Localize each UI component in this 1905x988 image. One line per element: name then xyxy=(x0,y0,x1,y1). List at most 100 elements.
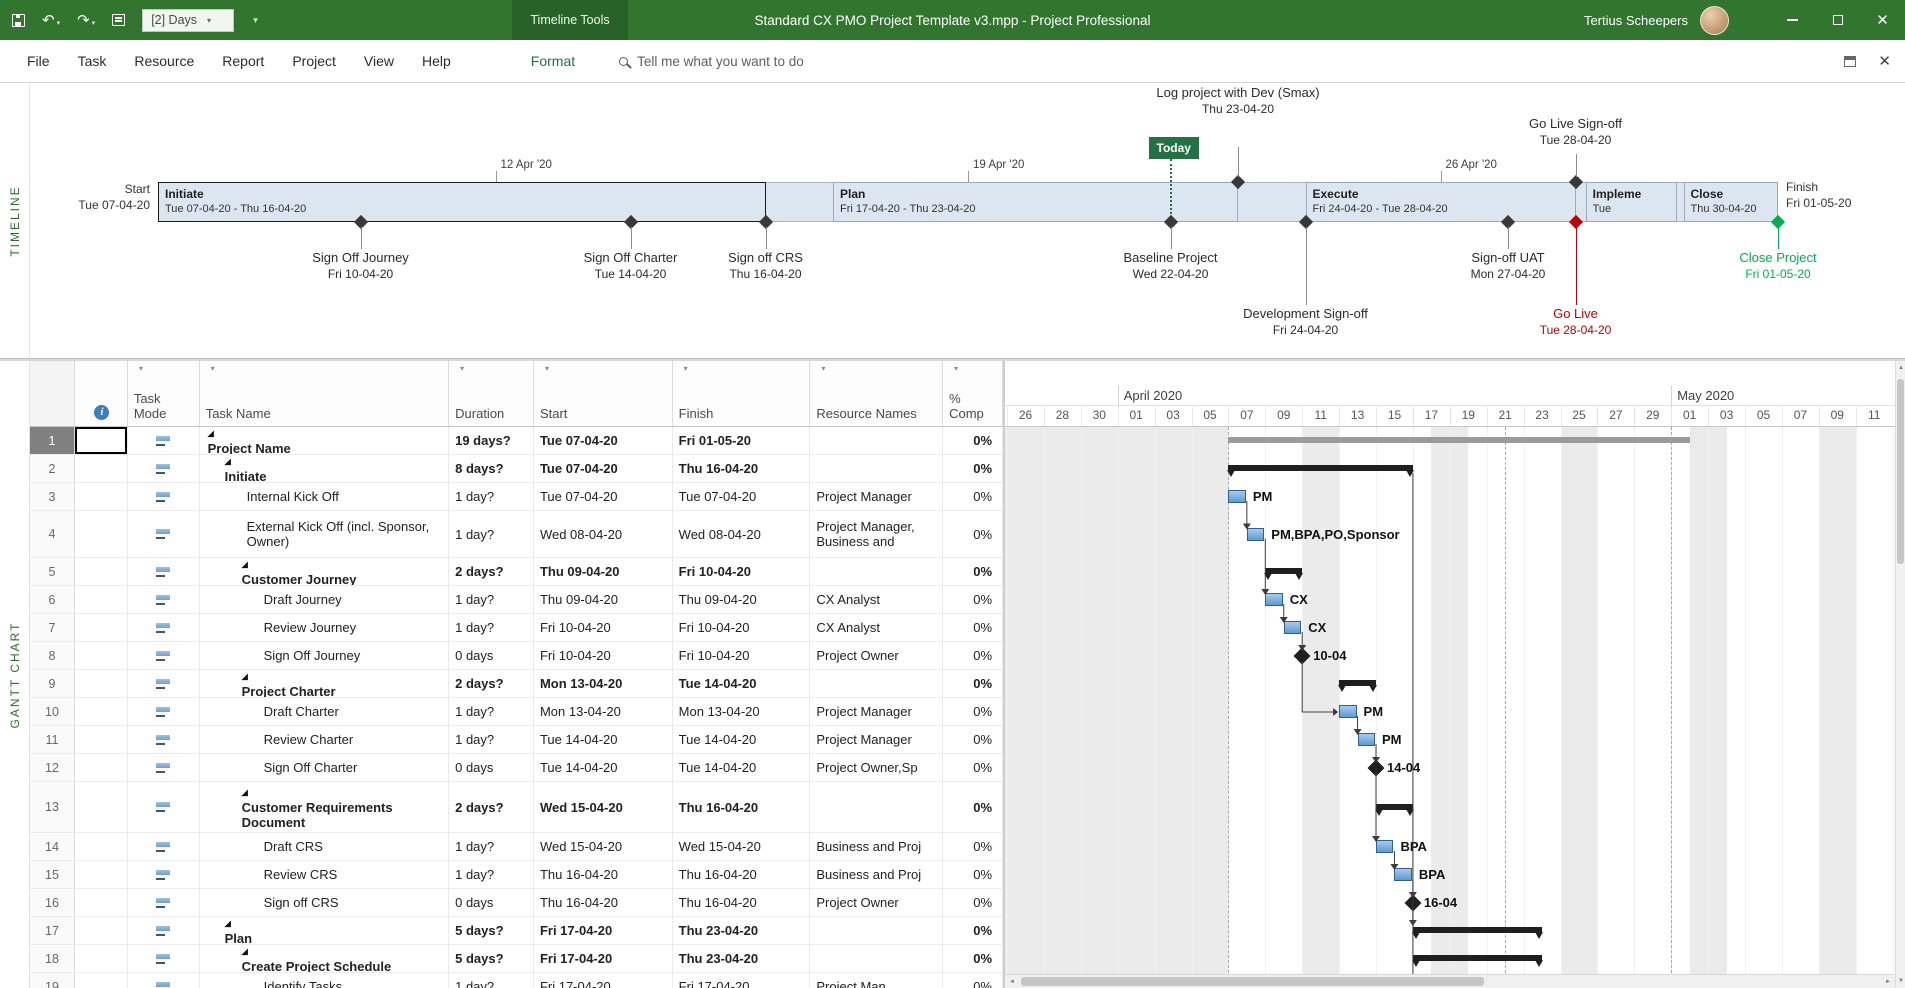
column-header-pct-complete[interactable]: % Comp▾ xyxy=(943,361,1003,426)
expand-triangle-icon[interactable]: ◢ xyxy=(242,785,444,800)
resource-cell[interactable]: Project Man xyxy=(810,973,943,988)
start-cell[interactable]: Tue 14-04-20 xyxy=(534,726,673,753)
row-number-cell[interactable]: 8 xyxy=(30,642,75,669)
finish-cell[interactable]: Tue 14-04-20 xyxy=(673,726,811,753)
pct-complete-cell[interactable]: 0% xyxy=(943,945,1003,972)
start-cell[interactable]: Tue 07-04-20 xyxy=(534,455,673,482)
report-view-icon[interactable] xyxy=(112,14,125,26)
task-name-cell[interactable]: Draft Journey xyxy=(200,586,449,613)
resource-cell[interactable]: Project Manager xyxy=(810,726,943,753)
task-mode-cell[interactable] xyxy=(128,586,200,613)
task-mode-cell[interactable] xyxy=(128,483,200,510)
task-mode-cell[interactable] xyxy=(128,698,200,725)
finish-cell[interactable]: Fri 17-04-20 xyxy=(673,973,811,988)
resource-cell[interactable] xyxy=(810,670,943,697)
row-info-cell[interactable] xyxy=(75,511,128,557)
resource-cell[interactable]: Business and Proj xyxy=(810,833,943,860)
save-icon[interactable] xyxy=(12,14,25,27)
row-info-cell[interactable] xyxy=(75,670,128,697)
start-cell[interactable]: Tue 07-04-20 xyxy=(534,427,673,454)
gantt-bar-task[interactable] xyxy=(1284,621,1301,634)
table-row[interactable]: 8Sign Off Journey0 daysFri 10-04-20Fri 1… xyxy=(30,642,1003,670)
resource-cell[interactable] xyxy=(810,782,943,832)
task-mode-cell[interactable] xyxy=(128,558,200,585)
filter-arrow-icon[interactable]: ▾ xyxy=(206,361,220,375)
task-mode-cell[interactable] xyxy=(128,782,200,832)
row-info-cell[interactable] xyxy=(75,642,128,669)
pct-complete-cell[interactable]: 0% xyxy=(943,642,1003,669)
row-info-cell[interactable] xyxy=(75,833,128,860)
column-header-task-name[interactable]: Task Name▾ xyxy=(200,361,449,426)
duration-cell[interactable]: 1 day? xyxy=(449,861,534,888)
row-number-cell[interactable]: 18 xyxy=(30,945,75,972)
start-cell[interactable]: Thu 16-04-20 xyxy=(534,889,673,916)
duration-cell[interactable]: 0 days xyxy=(449,642,534,669)
filter-arrow-icon[interactable]: ▾ xyxy=(816,361,830,375)
resource-cell[interactable]: Business and Proj xyxy=(810,861,943,888)
table-row[interactable]: 1◢Project Name19 days?Tue 07-04-20Fri 01… xyxy=(30,427,1003,455)
task-name-cell[interactable]: Review Charter xyxy=(200,726,449,753)
expand-triangle-icon[interactable]: ◢ xyxy=(242,670,444,684)
start-cell[interactable]: Tue 07-04-20 xyxy=(534,483,673,510)
finish-cell[interactable]: Fri 10-04-20 xyxy=(673,642,811,669)
finish-cell[interactable]: Tue 14-04-20 xyxy=(673,754,811,781)
row-number-cell[interactable]: 1 xyxy=(30,427,75,454)
info-column-header[interactable]: i xyxy=(75,361,128,426)
gantt-bar-task[interactable] xyxy=(1228,490,1245,503)
task-mode-cell[interactable] xyxy=(128,973,200,988)
row-info-cell[interactable] xyxy=(75,614,128,641)
undo-button[interactable]: ↶▾ xyxy=(42,13,60,28)
finish-cell[interactable]: Wed 15-04-20 xyxy=(673,833,811,860)
duration-cell[interactable]: 8 days? xyxy=(449,455,534,482)
finish-cell[interactable]: Mon 13-04-20 xyxy=(673,698,811,725)
pct-complete-cell[interactable]: 0% xyxy=(943,427,1003,454)
pct-complete-cell[interactable]: 0% xyxy=(943,889,1003,916)
start-cell[interactable]: Fri 17-04-20 xyxy=(534,917,673,944)
task-name-cell[interactable]: Draft Charter xyxy=(200,698,449,725)
maximize-button[interactable] xyxy=(1815,0,1860,40)
filter-arrow-icon[interactable]: ▾ xyxy=(134,361,148,375)
timeline-milestone-label[interactable]: Baseline ProjectWed 22-04-20 xyxy=(1086,250,1256,282)
gantt-bar-summary[interactable] xyxy=(1413,927,1542,933)
table-row[interactable]: 11Review Charter1 day?Tue 14-04-20Tue 14… xyxy=(30,726,1003,754)
resource-cell[interactable] xyxy=(810,558,943,585)
table-row[interactable]: 16Sign off CRS0 daysThu 16-04-20Thu 16-0… xyxy=(30,889,1003,917)
task-mode-cell[interactable] xyxy=(128,754,200,781)
finish-cell[interactable]: Thu 16-04-20 xyxy=(673,861,811,888)
table-row[interactable]: 4External Kick Off (incl. Sponsor, Owner… xyxy=(30,511,1003,558)
gantt-bar-project[interactable] xyxy=(1228,437,1689,443)
pct-complete-cell[interactable]: 0% xyxy=(943,754,1003,781)
timeline-milestone-label[interactable]: Development Sign-offFri 24-04-20 xyxy=(1221,306,1391,338)
tab-help[interactable]: Help xyxy=(408,40,465,83)
pct-complete-cell[interactable]: 0% xyxy=(943,558,1003,585)
duration-cell[interactable]: 1 day? xyxy=(449,698,534,725)
horizontal-scrollbar[interactable]: ◄ ► xyxy=(1005,974,1895,988)
column-header-start[interactable]: Start▾ xyxy=(534,361,673,426)
row-info-cell[interactable] xyxy=(75,861,128,888)
gantt-bar-summary[interactable] xyxy=(1228,465,1413,471)
task-mode-cell[interactable] xyxy=(128,427,200,454)
pct-complete-cell[interactable]: 0% xyxy=(943,670,1003,697)
duration-cell[interactable]: 5 days? xyxy=(449,945,534,972)
gantt-bar-summary[interactable] xyxy=(1339,680,1376,686)
table-row[interactable]: 9◢Project Charter2 days?Mon 13-04-20Tue … xyxy=(30,670,1003,698)
pct-complete-cell[interactable]: 0% xyxy=(943,861,1003,888)
gantt-milestone-diamond[interactable] xyxy=(1294,648,1311,665)
table-row[interactable]: 12Sign Off Charter0 daysTue 14-04-20Tue … xyxy=(30,754,1003,782)
timeline-milestone-label[interactable]: Sign Off JourneyFri 10-04-20 xyxy=(276,250,446,282)
task-mode-cell[interactable] xyxy=(128,945,200,972)
tab-task[interactable]: Task xyxy=(64,40,121,83)
redo-button[interactable]: ↷▾ xyxy=(77,13,95,28)
pct-complete-cell[interactable]: 0% xyxy=(943,973,1003,988)
pct-complete-cell[interactable]: 0% xyxy=(943,511,1003,557)
timeline-milestone-label[interactable]: Go LiveTue 28-04-20 xyxy=(1491,306,1661,338)
column-header-finish[interactable]: Finish▾ xyxy=(673,361,811,426)
row-number-cell[interactable]: 9 xyxy=(30,670,75,697)
row-number-cell[interactable]: 12 xyxy=(30,754,75,781)
finish-cell[interactable]: Wed 08-04-20 xyxy=(673,511,811,557)
row-number-cell[interactable]: 11 xyxy=(30,726,75,753)
row-info-cell[interactable] xyxy=(75,754,128,781)
table-row[interactable]: 3Internal Kick Off1 day?Tue 07-04-20Tue … xyxy=(30,483,1003,511)
finish-cell[interactable]: Thu 16-04-20 xyxy=(673,782,811,832)
start-cell[interactable]: Fri 17-04-20 xyxy=(534,945,673,972)
